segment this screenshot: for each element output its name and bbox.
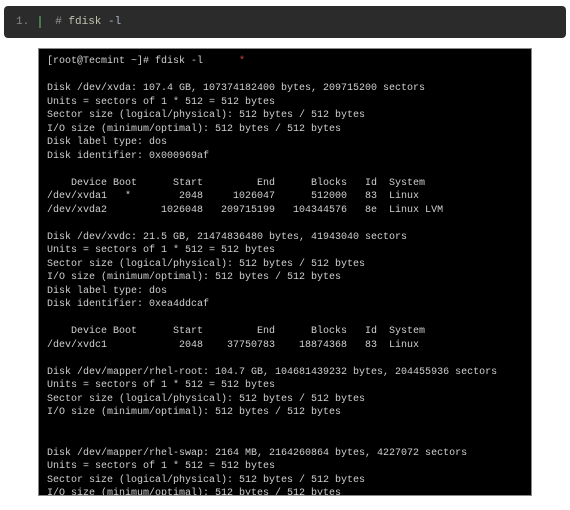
code-snippet: 1. # fdisk -l xyxy=(4,6,566,38)
output-line: Sector size (logical/physical): 512 byte… xyxy=(47,394,365,405)
disk-mapper-swap-header: Disk /dev/mapper/rhel-swap: 2164 MB, 216… xyxy=(47,448,467,459)
disk-xvdc-header: Disk /dev/xvdc: 21.5 GB, 21474836480 byt… xyxy=(47,232,407,243)
output-line: Disk identifier: 0x000969af xyxy=(47,151,209,162)
command-text: # fdisk -l xyxy=(55,16,121,28)
output-line: Disk label type: dos xyxy=(47,286,167,297)
command-flag: -l xyxy=(101,16,121,28)
output-line: Sector size (logical/physical): 512 byte… xyxy=(47,259,365,270)
partition-row: /dev/xvda2 1026048 209715199 104344576 8… xyxy=(47,205,443,216)
terminal-output: [root@Tecmint ~]# fdisk -l * Disk /dev/x… xyxy=(39,49,531,495)
output-line: Units = sectors of 1 * 512 = 512 bytes xyxy=(47,461,275,472)
partition-table-header: Device Boot Start End Blocks Id System xyxy=(47,178,425,189)
output-line: Disk identifier: 0xea4ddcaf xyxy=(47,299,209,310)
output-line: Sector size (logical/physical): 512 byte… xyxy=(47,475,365,486)
partition-row: /dev/xvdc1 2048 37750783 18874368 83 Lin… xyxy=(47,340,419,351)
line-number: 1. xyxy=(16,16,41,28)
output-line: Sector size (logical/physical): 512 byte… xyxy=(47,110,365,121)
disk-mapper-root-header: Disk /dev/mapper/rhel-root: 104.7 GB, 10… xyxy=(47,367,497,378)
output-line: Units = sectors of 1 * 512 = 512 bytes xyxy=(47,97,275,108)
output-line: I/O size (minimum/optimal): 512 bytes / … xyxy=(47,272,341,283)
shell-prompt: [root@Tecmint ~]# fdisk -l xyxy=(47,56,203,67)
disk-xvda-header: Disk /dev/xvda: 107.4 GB, 107374182400 b… xyxy=(47,83,425,94)
output-line: Units = sectors of 1 * 512 = 512 bytes xyxy=(47,380,275,391)
output-line: Units = sectors of 1 * 512 = 512 bytes xyxy=(47,245,275,256)
partition-row: /dev/xvda1 * 2048 1026047 512000 83 Linu… xyxy=(47,191,419,202)
output-line: Disk label type: dos xyxy=(47,137,167,148)
asterisk-marker: * xyxy=(203,56,245,67)
output-line: I/O size (minimum/optimal): 512 bytes / … xyxy=(47,124,341,135)
terminal-window: [root@Tecmint ~]# fdisk -l * Disk /dev/x… xyxy=(38,48,532,496)
partition-table-header: Device Boot Start End Blocks Id System xyxy=(47,326,425,337)
hash-comment: # xyxy=(55,16,68,28)
command-name: fdisk xyxy=(68,16,101,28)
output-line: I/O size (minimum/optimal): 512 bytes / … xyxy=(47,488,341,496)
output-line: I/O size (minimum/optimal): 512 bytes / … xyxy=(47,407,341,418)
